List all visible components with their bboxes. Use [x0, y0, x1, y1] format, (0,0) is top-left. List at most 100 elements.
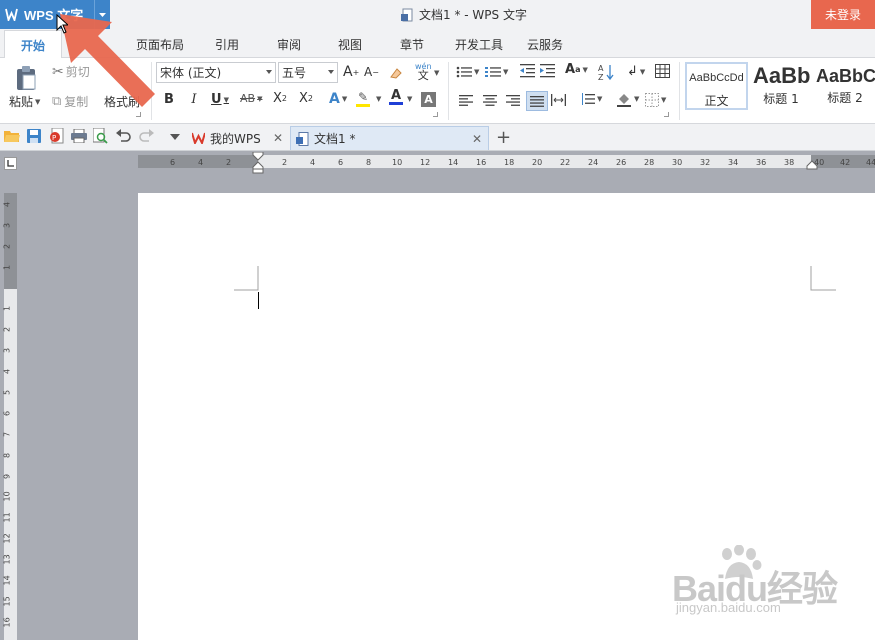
ruler-tick-label: 16: [2, 617, 12, 628]
margin-corner-mark: [810, 266, 836, 291]
font-dialog-launcher-icon[interactable]: [433, 112, 438, 117]
chevron-down-icon: [328, 70, 334, 74]
ruler-tick-label: 10: [2, 491, 12, 502]
distribute-icon[interactable]: [551, 94, 566, 106]
ruler-tick-label: 14: [2, 575, 12, 586]
change-case-button[interactable]: Aa ▼: [565, 62, 588, 77]
numbered-list-icon: [485, 67, 501, 77]
redo-icon[interactable]: [139, 129, 154, 143]
chevron-down-icon: [266, 70, 272, 74]
new-tab-plus-icon[interactable]: +: [496, 127, 511, 148]
paragraph-mark-icon: ↲: [627, 64, 638, 79]
paragraph-dialog-launcher-icon[interactable]: [664, 112, 669, 117]
tab-document-1[interactable]: 文档1 * ✕: [290, 126, 489, 150]
ruler-tick-label: 9: [2, 473, 12, 480]
tab-view[interactable]: 视图: [338, 30, 362, 58]
align-left-icon[interactable]: [459, 95, 473, 106]
tab-review[interactable]: 审阅: [277, 30, 301, 58]
grow-font-icon[interactable]: A +: [343, 64, 359, 80]
table-icon[interactable]: [655, 64, 670, 78]
ruler-tick-label: 6: [338, 158, 344, 167]
ruler-tick-label: 36: [756, 158, 767, 167]
font-color-dropdown-icon[interactable]: ▼: [405, 95, 412, 103]
borders-button[interactable]: ▼: [645, 93, 666, 107]
ruler-tick-label: 15: [2, 596, 12, 607]
ruler-tick-label: 38: [784, 158, 795, 167]
numbered-list-button[interactable]: ▼: [485, 66, 508, 78]
style-heading-2[interactable]: AaBbC 标题 2: [815, 62, 875, 110]
quick-access-dropdown-icon[interactable]: [170, 134, 180, 140]
paragraph-shading-button[interactable]: ▼: [616, 91, 639, 107]
ruler-tick-label: 8: [2, 452, 12, 459]
align-center-icon[interactable]: [483, 95, 497, 106]
ruler-tick-label: 14: [448, 158, 459, 167]
font-name-select[interactable]: 宋体 (正文): [156, 62, 276, 83]
line-spacing-button[interactable]: ▼: [581, 93, 602, 105]
tab-cloud-service[interactable]: 云服务: [527, 30, 563, 58]
ruler-tick-label: 2: [2, 243, 12, 250]
highlight-dropdown-icon[interactable]: ▼: [374, 95, 381, 103]
italic-button[interactable]: I: [188, 92, 200, 107]
ruler-tick-label: 1: [2, 264, 12, 271]
tab-developer-tools[interactable]: 开发工具: [455, 30, 503, 58]
ruler-tick-label: 22: [560, 158, 571, 167]
phonetic-dropdown-icon[interactable]: ▼: [432, 69, 439, 77]
svg-text:P: P: [52, 134, 56, 142]
ruler-tick-label: 34: [728, 158, 739, 167]
font-color-button[interactable]: A: [389, 89, 403, 105]
ruler-tick-label: 18: [504, 158, 515, 167]
decrease-indent-icon[interactable]: [520, 64, 535, 78]
document-icon: [296, 131, 309, 146]
ruler-tick-label: 20: [532, 158, 543, 167]
font-size-select[interactable]: 五号: [278, 62, 338, 83]
underline-button[interactable]: U ▼: [211, 92, 229, 107]
tab-chapter[interactable]: 章节: [400, 30, 424, 58]
subscript-button[interactable]: X2: [299, 91, 313, 106]
tab-references[interactable]: 引用: [215, 30, 239, 58]
svg-text:A: A: [598, 64, 604, 73]
ruler-tick-label: 4: [2, 201, 12, 208]
character-shading-button[interactable]: A: [421, 92, 436, 107]
increase-indent-icon[interactable]: [540, 64, 555, 78]
style-heading-2-label: 标题 2: [827, 91, 863, 105]
tab-my-wps[interactable]: 我的WPS ✕: [186, 126, 289, 150]
bullet-list-button[interactable]: ▼: [456, 66, 479, 78]
undo-icon[interactable]: [116, 129, 131, 143]
justify-icon: [530, 95, 544, 107]
ruler-tick-label: 8: [366, 158, 372, 167]
style-normal[interactable]: AaBbCcDd 正文: [685, 62, 748, 110]
horizontal-ruler-labels: 6 4 2 2 4 6 8 10 12 14 16 18 20 22 24 26…: [0, 155, 875, 168]
ruler-tick-label: 7: [2, 431, 12, 438]
clear-format-icon[interactable]: [388, 64, 404, 82]
justify-button[interactable]: [526, 91, 548, 111]
save-icon[interactable]: [27, 129, 41, 143]
highlight-button[interactable]: ✎: [356, 90, 370, 107]
sort-icon[interactable]: AZ: [598, 63, 614, 81]
strikethrough-button[interactable]: AB ▼: [240, 92, 262, 105]
close-icon[interactable]: ✕: [472, 132, 482, 146]
align-right-icon[interactable]: [506, 95, 520, 106]
close-icon[interactable]: ✕: [273, 131, 283, 145]
ruler-tick-label: 6: [2, 410, 12, 417]
print-preview-icon[interactable]: [93, 128, 108, 144]
text-effect-button[interactable]: A ▼: [329, 91, 347, 107]
bullet-list-icon: [456, 66, 472, 78]
export-pdf-icon[interactable]: P: [49, 128, 65, 144]
shrink-font-icon[interactable]: A −: [364, 65, 379, 79]
login-button[interactable]: 未登录: [811, 0, 875, 29]
style-heading-1[interactable]: AaBb 标题 1: [751, 62, 811, 110]
ruler-tick-label: 42: [840, 158, 851, 167]
show-paragraph-marks-button[interactable]: ↲ ▼: [627, 64, 645, 79]
ruler-tick-label: 30: [672, 158, 683, 167]
highlighter-icon: ✎: [357, 90, 369, 104]
style-heading-1-label: 标题 1: [763, 92, 799, 106]
superscript-button[interactable]: X2: [273, 91, 287, 106]
right-indent-marker-icon[interactable]: [806, 160, 818, 170]
print-icon[interactable]: [71, 129, 87, 143]
indent-marker-icon[interactable]: [252, 152, 264, 174]
mouse-pointer-icon: [56, 14, 68, 34]
phonetic-guide-icon[interactable]: wén 文: [415, 62, 432, 81]
ruler-tick-label: 4: [310, 158, 316, 167]
ruler-tick-label: 3: [2, 222, 12, 229]
ruler-tick-label: 44: [866, 158, 875, 167]
